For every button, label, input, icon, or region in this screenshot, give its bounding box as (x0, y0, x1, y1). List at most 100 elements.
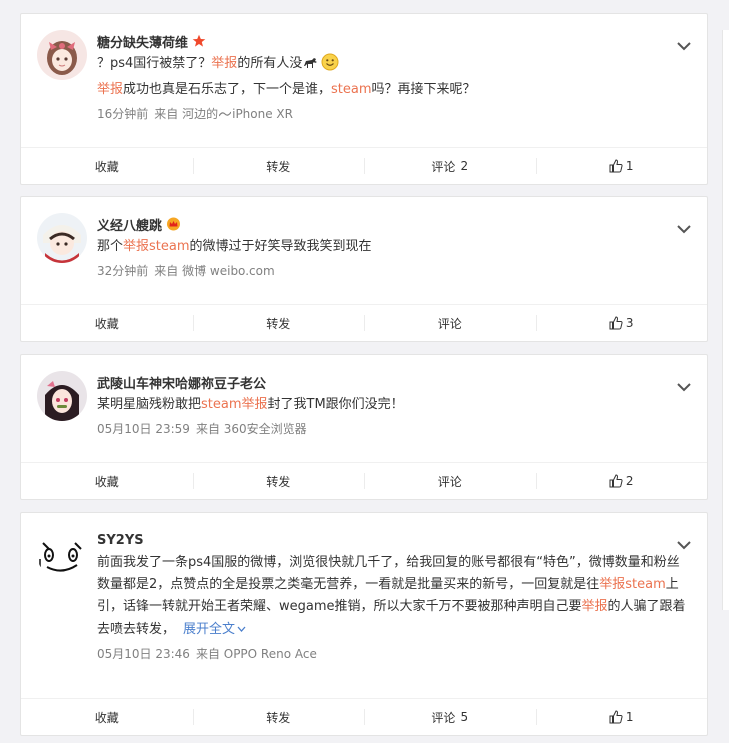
comment-label: 评论 (437, 474, 462, 489)
comment-card: 武陵山车神宋哈娜祢豆子老公 某明星脑残粉敢把steam举报封了我TM跟你们没完！… (20, 354, 708, 500)
comment-button[interactable]: 评论 (364, 305, 536, 341)
horse-emoji-icon (303, 55, 319, 77)
repost-button[interactable]: 转发 (192, 148, 365, 184)
avatar[interactable] (37, 30, 87, 80)
source[interactable]: 来自 微博 weibo.com (154, 264, 274, 278)
like-count: 1 (625, 159, 634, 173)
keyword-link[interactable]: 举报 (582, 599, 608, 614)
repost-button[interactable]: 转发 (192, 463, 365, 499)
crown-badge-icon[interactable] (166, 217, 181, 231)
favorite-button[interactable]: 收藏 (21, 463, 193, 499)
keyword-link[interactable]: 举报 (97, 82, 123, 97)
comment-feed: 糖分缺失薄荷维 ？ps4国行被禁了？举报的所有人没 举报成功也真是石乐志了，下一… (0, 0, 729, 743)
like-button[interactable]: 1 (535, 699, 708, 735)
favorite-label: 收藏 (94, 316, 119, 331)
comment-meta: 16分钟前 来自 河边的 iPhone XR (97, 105, 687, 122)
like-count: 3 (625, 316, 634, 330)
thumbs-up-icon (609, 710, 623, 724)
source[interactable]: 来自 360安全浏览器 (196, 422, 307, 436)
text-segment: 前面我发了一条ps4国服的微博，浏览很快就几千了，给我回复的账号都很有“特色”，… (97, 555, 680, 592)
username[interactable]: 糖分缺失薄荷维 (97, 32, 188, 51)
source[interactable]: 来自 OPPO Reno Ace (196, 647, 317, 661)
chevron-down-icon[interactable] (677, 219, 691, 234)
favorite-label: 收藏 (94, 474, 119, 489)
text-segment: 封了我TM跟你们没完！ (267, 397, 404, 412)
comment-button[interactable]: 评论 5 (364, 699, 536, 735)
like-count: 1 (625, 710, 634, 724)
like-button[interactable]: 3 (535, 305, 708, 341)
smile-emoji-icon (321, 53, 339, 79)
action-bar: 收藏 转发 评论 5 1 (21, 698, 707, 735)
username[interactable]: 义经八艘跳 (97, 215, 162, 234)
favorite-label: 收藏 (94, 710, 119, 725)
action-bar: 收藏 转发 评论 2 (21, 462, 707, 499)
keyword-link[interactable]: steam (331, 82, 372, 97)
text-segment: ？ps4国行被禁了？ (97, 56, 212, 71)
like-button[interactable]: 1 (535, 148, 708, 184)
username[interactable]: 武陵山车神宋哈娜祢豆子老公 (97, 373, 266, 392)
comment-button[interactable]: 评论 (364, 463, 536, 499)
comment-card: SY2YS 前面我发了一条ps4国服的微博，浏览很快就几千了，给我回复的账号都很… (20, 512, 708, 736)
favorite-button[interactable]: 收藏 (21, 148, 193, 184)
username[interactable]: SY2YS (97, 533, 144, 548)
comment-text: 那个举报steam的微博过于好笑导致我笑到现在 (97, 236, 687, 258)
comment-meta: 32分钟前 来自 微博 weibo.com (97, 262, 687, 279)
expand-full-text-link[interactable]: 展开全文 (183, 622, 246, 637)
avatar[interactable] (37, 371, 87, 421)
avatar[interactable] (37, 213, 87, 263)
wave-icon (218, 106, 232, 120)
timestamp[interactable]: 05月10日 23:59 (97, 422, 190, 436)
comment-text: 某明星脑残粉敢把steam举报封了我TM跟你们没完！ (97, 394, 687, 416)
comment-line: 举报成功也真是石乐志了，下一个是谁，steam吗？再接下来呢？ (97, 79, 687, 101)
comment-card: 糖分缺失薄荷维 ？ps4国行被禁了？举报的所有人没 举报成功也真是石乐志了，下一… (20, 13, 708, 185)
thumbs-up-icon (609, 159, 623, 173)
text-segment: 的所有人没 (237, 56, 303, 71)
comment-meta: 05月10日 23:46 来自 OPPO Reno Ace (97, 645, 687, 662)
comment-text: 前面我发了一条ps4国服的微博，浏览很快就几千了，给我回复的账号都很有“特色”，… (97, 552, 689, 641)
repost-label: 转发 (266, 474, 291, 489)
comment-line: 那个举报steam的微博过于好笑导致我笑到现在 (97, 236, 687, 258)
repost-button[interactable]: 转发 (192, 699, 365, 735)
text-segment: 某明星脑残粉敢把 (97, 397, 202, 412)
source[interactable]: 来自 河边的 iPhone XR (154, 107, 293, 121)
keyword-link[interactable]: 举报steam (599, 577, 666, 592)
text-segment: 的微博过于好笑导致我笑到现在 (189, 239, 372, 254)
star-badge-icon[interactable] (192, 34, 206, 48)
thumbs-up-icon (609, 316, 623, 330)
like-count: 2 (625, 474, 634, 488)
timestamp[interactable]: 16分钟前 (97, 107, 148, 121)
favorite-button[interactable]: 收藏 (21, 305, 193, 341)
action-bar: 收藏 转发 评论 2 1 (21, 147, 707, 184)
keyword-link[interactable]: 举报 (211, 56, 237, 71)
action-bar: 收藏 转发 评论 3 (21, 304, 707, 341)
repost-button[interactable]: 转发 (192, 305, 365, 341)
text-segment: 吗？再接下来呢？ (371, 82, 476, 97)
comment-line: 某明星脑残粉敢把steam举报封了我TM跟你们没完！ (97, 394, 687, 416)
chevron-down-icon[interactable] (677, 377, 691, 392)
comment-label: 评论 (431, 710, 456, 725)
thumbs-up-icon (609, 474, 623, 488)
timestamp[interactable]: 32分钟前 (97, 264, 148, 278)
timestamp[interactable]: 05月10日 23:46 (97, 647, 190, 661)
comment-line: ？ps4国行被禁了？举报的所有人没 (97, 53, 687, 79)
keyword-link[interactable]: 举报steam (123, 239, 190, 254)
chevron-down-small-icon (237, 618, 246, 640)
like-button[interactable]: 2 (535, 463, 708, 499)
comment-label: 评论 (437, 316, 462, 331)
chevron-down-icon[interactable] (677, 36, 691, 51)
comment-count: 2 (460, 159, 469, 173)
avatar[interactable] (37, 529, 87, 579)
repost-label: 转发 (266, 710, 291, 725)
favorite-label: 收藏 (94, 159, 119, 174)
text-segment: 那个 (97, 239, 124, 254)
repost-label: 转发 (266, 159, 291, 174)
comment-button[interactable]: 评论 2 (364, 148, 536, 184)
favorite-button[interactable]: 收藏 (21, 699, 193, 735)
keyword-link[interactable]: steam举报 (201, 397, 268, 412)
comment-meta: 05月10日 23:59 来自 360安全浏览器 (97, 420, 687, 437)
comment-count: 5 (460, 710, 469, 724)
comment-label: 评论 (431, 159, 456, 174)
chevron-down-icon[interactable] (677, 535, 691, 550)
right-panel-edge (722, 30, 729, 610)
repost-label: 转发 (266, 316, 291, 331)
